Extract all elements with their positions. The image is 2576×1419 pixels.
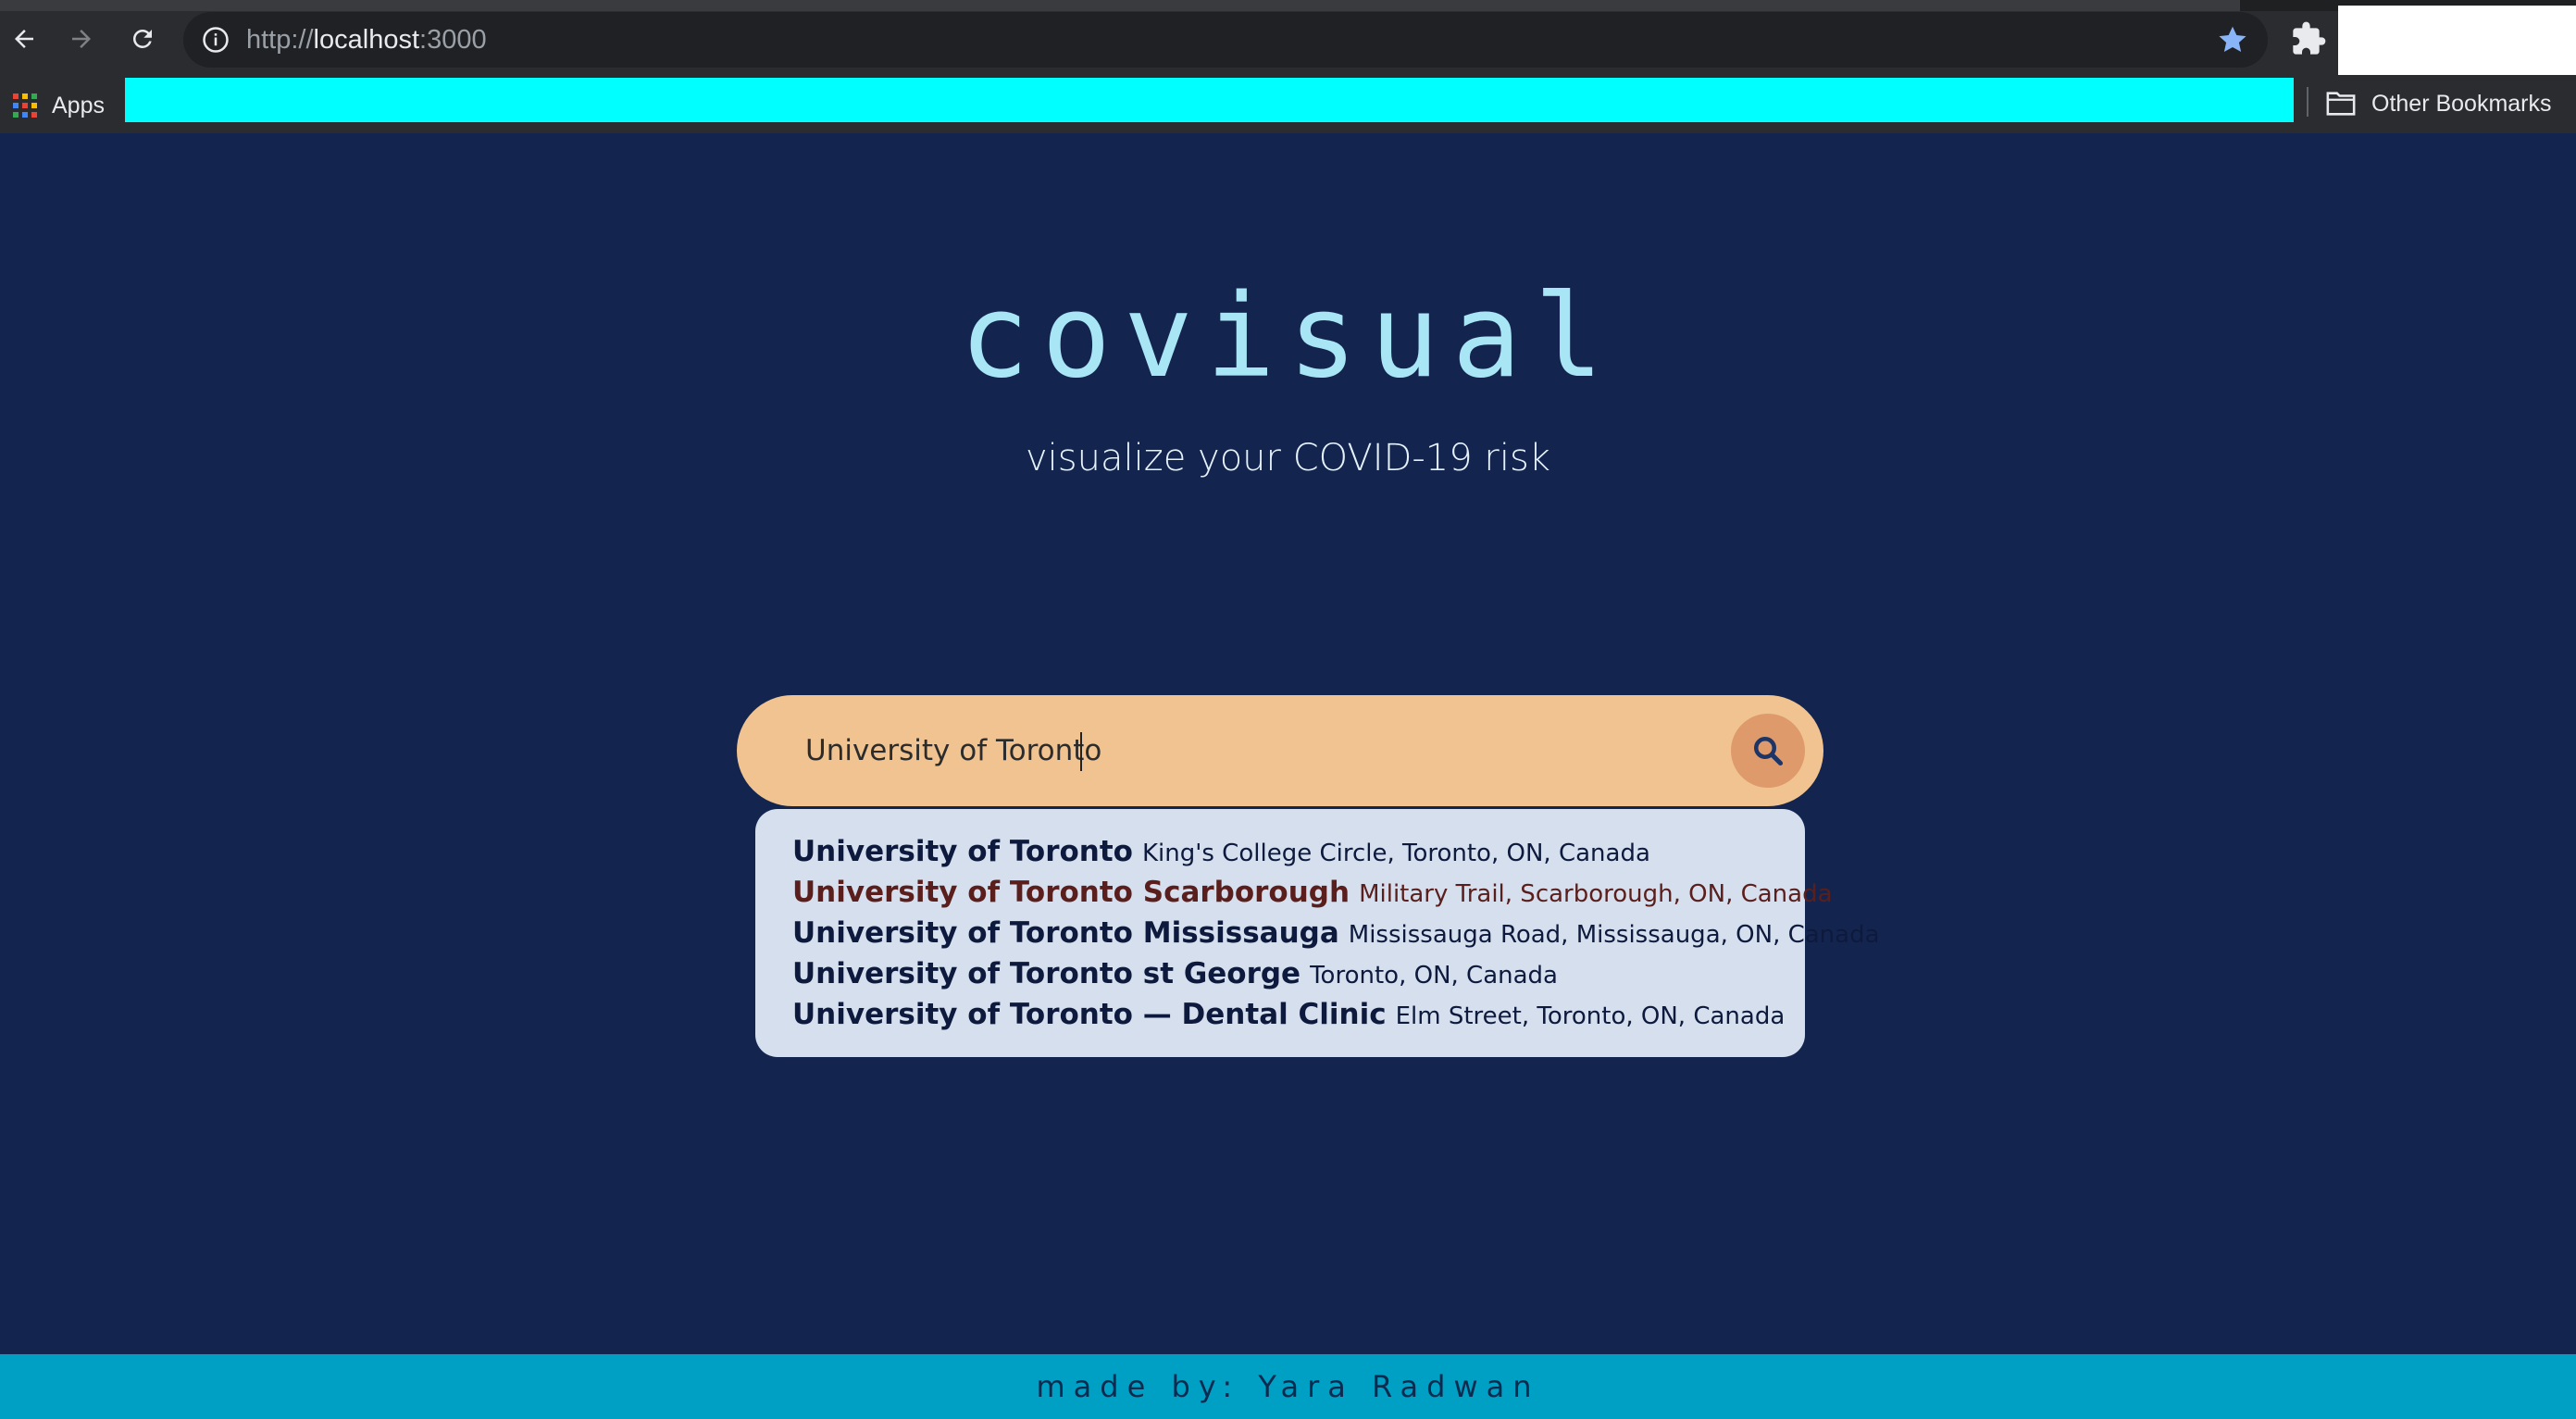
browser-toolbar: http://localhost:3000: [0, 0, 2576, 78]
info-icon[interactable]: [202, 26, 230, 54]
search-icon: [1754, 737, 1784, 766]
forward-arrow-icon: [72, 30, 91, 48]
suggestion-sub: Toronto, ON, Canada: [1310, 962, 1558, 990]
suggestion-item[interactable]: University of Toronto — Dental Clinic El…: [792, 998, 1785, 1039]
other-bookmarks-button[interactable]: Other Bookmarks: [2325, 85, 2552, 122]
bookmarks-divider: [2307, 87, 2308, 117]
tab-strip: [0, 0, 2576, 11]
search-bar: [737, 695, 1823, 806]
suggestion-main: University of Toronto: [792, 835, 1133, 868]
forward-button[interactable]: [61, 19, 102, 59]
url-port: :3000: [419, 25, 487, 55]
bookmarks-bar: Apps Other Bookmarks: [0, 78, 2576, 133]
page-footer: made by: Yara Radwan: [0, 1354, 2576, 1419]
app-logo: covisual: [959, 270, 1617, 404]
suggestion-item[interactable]: University of Toronto st George Toronto,…: [792, 957, 1558, 998]
suggestion-main: University of Toronto — Dental Clinic: [792, 998, 1387, 1031]
profile-area[interactable]: [2338, 6, 2576, 75]
suggestion-sub: Elm Street, Toronto, ON, Canada: [1395, 1002, 1786, 1030]
puzzle-icon[interactable]: [2290, 20, 2327, 57]
url-host: localhost: [313, 25, 420, 55]
back-button[interactable]: [4, 19, 44, 59]
apps-label: Apps: [52, 92, 105, 118]
search-input[interactable]: [805, 721, 1694, 780]
folder-icon: [2326, 92, 2356, 116]
suggestion-main: University of Toronto st George: [792, 957, 1301, 990]
text-caret: [1080, 732, 1082, 771]
suggestion-item[interactable]: University of Toronto Scarborough Milita…: [792, 876, 1833, 916]
suggestion-sub: Mississauga Road, Mississauga, ON, Canad…: [1348, 921, 1880, 949]
other-bookmarks-label: Other Bookmarks: [2371, 90, 2552, 117]
suggestion-main: University of Toronto Mississauga: [792, 916, 1339, 950]
suggestion-item[interactable]: University of Toronto Mississauga Missis…: [792, 916, 1880, 957]
suggestions-dropdown: University of Toronto King's College Cir…: [755, 809, 1880, 1057]
suggestion-main: University of Toronto Scarborough: [792, 876, 1350, 909]
apps-grid-icon: [13, 93, 37, 118]
suggestion-sub: Military Trail, Scarborough, ON, Canada: [1359, 880, 1833, 908]
bookmark-highlight-bar: [125, 78, 2294, 122]
back-arrow-icon: [15, 30, 33, 48]
tagline: visualize your COVID-19 risk: [1026, 437, 1550, 479]
footer-credit: made by: Yara Radwan: [1036, 1369, 1540, 1404]
url-scheme: http://: [246, 25, 314, 55]
page-content: covisual visualize your COVID-19 risk Un…: [0, 133, 2576, 1354]
star-icon[interactable]: [2216, 23, 2249, 56]
search-button[interactable]: [1731, 714, 1805, 788]
reload-button[interactable]: [122, 19, 163, 59]
apps-shortcut[interactable]: Apps: [13, 87, 105, 124]
suggestion-sub: King's College Circle, Toronto, ON, Cana…: [1141, 840, 1650, 867]
suggestion-item[interactable]: University of Toronto King's College Cir…: [792, 835, 1650, 876]
reload-icon: [132, 29, 152, 48]
address-bar[interactable]: http://localhost:3000: [183, 12, 2268, 68]
url-text[interactable]: http://localhost:3000: [246, 25, 487, 56]
